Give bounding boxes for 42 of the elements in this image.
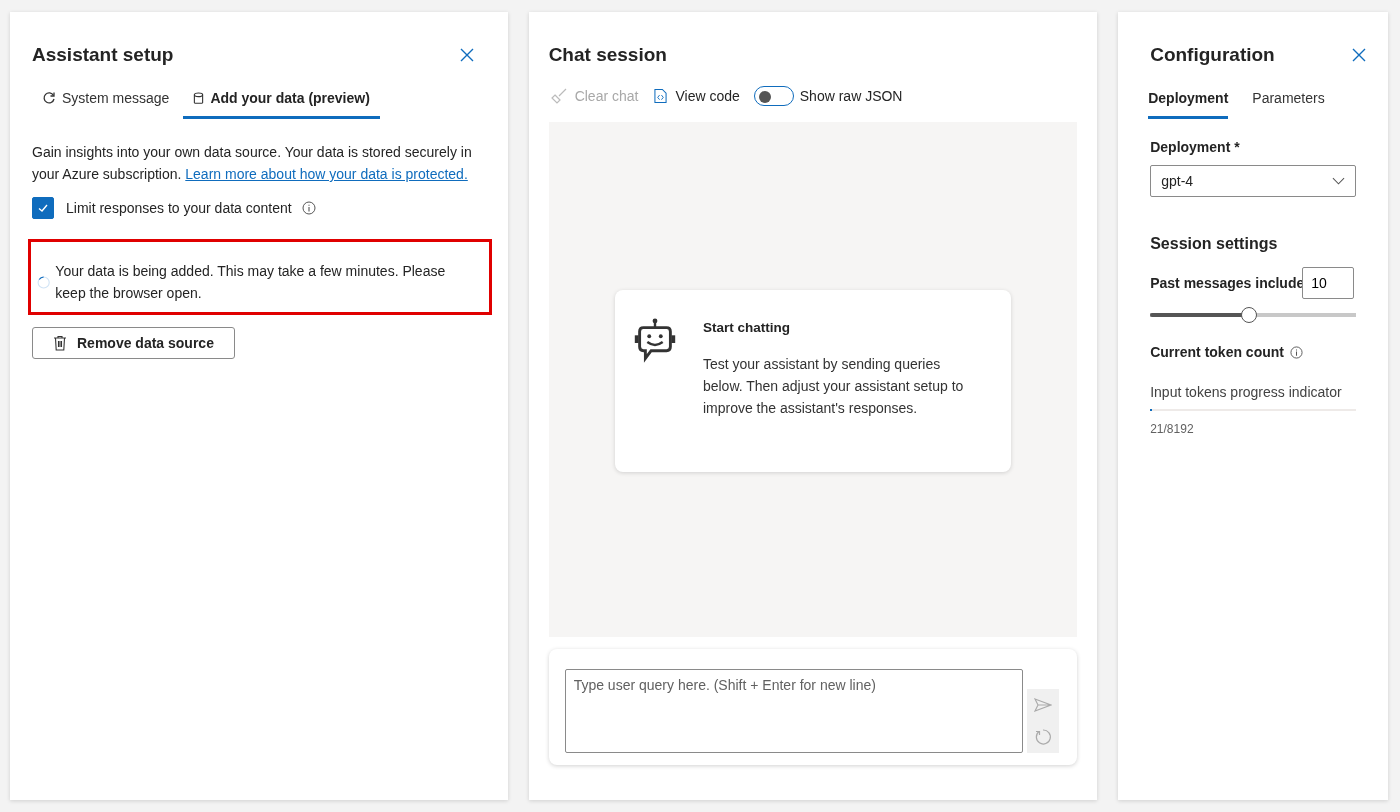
description-text: Gain insights into your own data source. Your data is stored securely in your Azure subscription. Learn more about how your data is protected.	[32, 143, 472, 184]
query-input-field[interactable]: Type user query here. (Shift + Enter for new line)	[564, 669, 1023, 753]
refresh-icon	[42, 91, 56, 105]
tab[interactable]: Parameters	[1252, 82, 1325, 119]
close-icon[interactable]	[459, 48, 474, 62]
tab[interactable]: Add your data (preview)	[183, 82, 380, 119]
slider-thumb[interactable]	[1241, 307, 1257, 323]
toggle-switch[interactable]	[753, 86, 794, 106]
tab[interactable]: System message	[32, 82, 180, 119]
refresh-icon	[1033, 728, 1052, 746]
card-title: Start chatting	[702, 319, 791, 335]
section-title: Session settings	[1150, 235, 1279, 253]
card-body-text: Test your assistant by sending queries below. Then adjust your assistant setup to improve the assistant's responses.	[702, 354, 965, 418]
trash-icon	[53, 335, 67, 351]
info-icon[interactable]	[301, 201, 316, 215]
send-icon	[1033, 698, 1052, 712]
database-icon	[193, 91, 205, 105]
past-messages-field[interactable]: 10	[1302, 267, 1355, 299]
tab[interactable]: Deployment	[1148, 82, 1229, 119]
checkmark-icon	[37, 202, 49, 214]
broom-icon	[550, 88, 567, 104]
spinner-icon	[37, 273, 51, 291]
status-text: Your data is being added. This may take a few minutes. Please keep the browser open.	[55, 262, 447, 303]
close-icon[interactable]	[1352, 48, 1366, 62]
token-count-reading: 21/8192	[1150, 422, 1195, 436]
checkbox[interactable]	[32, 197, 54, 219]
progress-label: Input tokens progress indicator	[1150, 384, 1343, 400]
code-file-icon	[654, 88, 668, 104]
chevron-down-icon	[1332, 177, 1345, 185]
learn-more-link[interactable]: Learn more about how your data is protected.	[185, 166, 468, 182]
view-code-button[interactable]: View code	[652, 88, 742, 104]
panel-title: Chat session	[548, 44, 667, 66]
token-count-label: Current token count	[1150, 344, 1284, 360]
deployment-label: Deployment *	[1150, 139, 1241, 155]
checkbox-label: Limit responses to your data content	[66, 200, 292, 216]
panel-title: Configuration	[1150, 44, 1275, 66]
deployment-dropdown[interactable]: gpt-4	[1150, 165, 1356, 197]
past-messages-label: Past messages include	[1150, 275, 1305, 291]
panel-title: Assistant setup	[32, 44, 174, 66]
remove-data-source-button[interactable]: Remove data source	[32, 327, 235, 359]
info-icon[interactable]	[1289, 345, 1303, 359]
toggle-label: Show raw JSON	[799, 88, 903, 104]
